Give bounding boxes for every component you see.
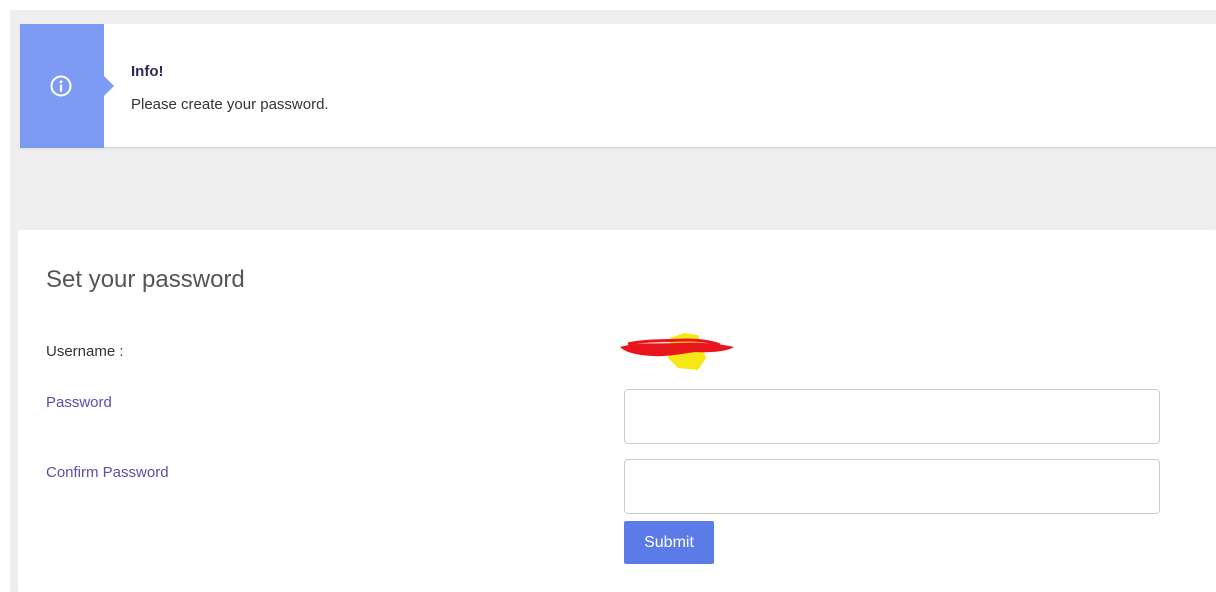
password-label: Password: [46, 394, 112, 411]
alert-message: Please create your password.: [131, 96, 329, 113]
panel-title: Set your password: [46, 266, 245, 293]
confirm-password-label: Confirm Password: [46, 464, 169, 481]
password-input[interactable]: [624, 389, 1160, 444]
info-alert: Info! Please create your password.: [20, 24, 1216, 148]
info-icon: [50, 75, 72, 97]
redacted-username: [620, 333, 734, 370]
submit-button[interactable]: Submit: [624, 521, 714, 564]
page-background: Info! Please create your password. Set y…: [10, 10, 1216, 592]
set-password-panel: Set your password Username : Password Co…: [18, 230, 1216, 592]
confirm-password-input[interactable]: [624, 459, 1160, 514]
alert-title: Info!: [131, 63, 164, 80]
username-label: Username :: [46, 343, 124, 360]
alert-icon-box: [20, 24, 114, 148]
